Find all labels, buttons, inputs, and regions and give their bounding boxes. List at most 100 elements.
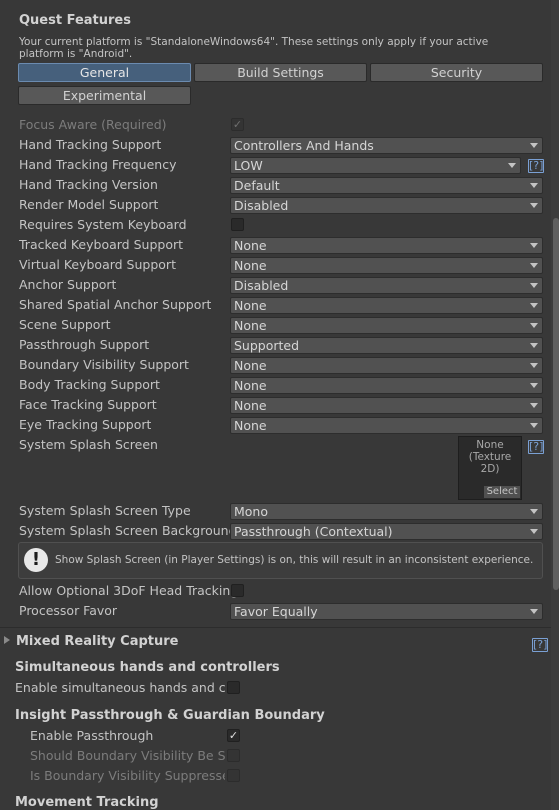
hand-tracking-version-label: Hand Tracking Version — [19, 177, 158, 192]
passthrough-support-label: Passthrough Support — [19, 337, 150, 352]
movement-tracking-title: Movement Tracking — [15, 795, 159, 810]
eye-tracking-support-dropdown[interactable]: None — [230, 417, 543, 434]
dropdown-value: None — [234, 418, 267, 433]
should-boundary-label: Should Boundary Visibility Be Suppressed — [30, 748, 225, 763]
processor-favor-dropdown[interactable]: Favor Equally — [230, 603, 543, 620]
body-tracking-support-label: Body Tracking Support — [19, 377, 160, 392]
enable-passthrough-label: Enable Passthrough — [30, 728, 154, 743]
eye-tracking-support-label: Eye Tracking Support — [19, 417, 152, 432]
anchor-support-label: Anchor Support — [19, 277, 117, 292]
virtual-keyboard-support-dropdown[interactable]: None — [230, 257, 543, 274]
passthrough-support-dropdown[interactable]: Supported — [230, 337, 543, 354]
chevron-down-icon — [530, 363, 538, 368]
is-boundary-checkbox — [227, 769, 240, 782]
dropdown-value: Passthrough (Contextual) — [234, 524, 393, 539]
anchor-support-dropdown[interactable]: Disabled — [230, 277, 543, 294]
boundary-visibility-support-label: Boundary Visibility Support — [19, 357, 189, 372]
warning-text: Show Splash Screen (in Player Settings) … — [55, 554, 534, 566]
tab-security[interactable]: Security — [370, 63, 543, 82]
face-tracking-support-dropdown[interactable]: None — [230, 397, 543, 414]
chevron-down-icon — [530, 263, 538, 268]
insight-section-title: Insight Passthrough & Guardian Boundary — [15, 708, 325, 723]
tab-general[interactable]: General — [18, 63, 191, 82]
dropdown-value: None — [234, 298, 267, 313]
platform-note: Your current platform is "StandaloneWind… — [19, 36, 489, 60]
dropdown-value: Controllers And Hands — [234, 138, 374, 153]
requires-system-keyboard-checkbox[interactable] — [231, 218, 244, 231]
enable-simultaneous-label: Enable simultaneous hands and controller… — [15, 680, 225, 695]
hand-tracking-frequency-label: Hand Tracking Frequency — [19, 157, 177, 172]
shared-spatial-anchor-support-label: Shared Spatial Anchor Support — [19, 297, 212, 312]
chevron-down-icon — [530, 143, 538, 148]
dropdown-value: None — [234, 378, 267, 393]
scene-support-label: Scene Support — [19, 317, 111, 332]
foldout-arrow-icon[interactable] — [4, 636, 10, 644]
tab-experimental[interactable]: Experimental — [18, 86, 191, 105]
chevron-down-icon — [530, 323, 538, 328]
render-model-support-label: Render Model Support — [19, 197, 159, 212]
dropdown-value: Favor Equally — [234, 604, 318, 619]
hand-tracking-frequency-dropdown[interactable]: LOW — [230, 157, 521, 174]
enable-passthrough-checkbox[interactable]: ✓ — [227, 729, 240, 742]
dropdown-value: Disabled — [234, 198, 289, 213]
hand-tracking-support-label: Hand Tracking Support — [19, 137, 162, 152]
scene-support-dropdown[interactable]: None — [230, 317, 543, 334]
chevron-down-icon — [508, 163, 516, 168]
chevron-down-icon — [530, 509, 538, 514]
hand-tracking-support-dropdown[interactable]: Controllers And Hands — [230, 137, 543, 154]
dropdown-value: Mono — [234, 504, 269, 519]
chevron-down-icon — [530, 529, 538, 534]
help-icon[interactable]: [?] — [528, 159, 544, 173]
is-boundary-label: Is Boundary Visibility Suppressed — [30, 768, 225, 783]
warning-helpbox: ! Show Splash Screen (in Player Settings… — [18, 542, 543, 579]
system-splash-screen-background-dropdown[interactable]: Passthrough (Contextual) — [230, 523, 543, 540]
should-boundary-checkbox — [227, 749, 240, 762]
texture-select-button[interactable]: Select — [484, 486, 520, 498]
boundary-visibility-support-dropdown[interactable]: None — [230, 357, 543, 374]
chevron-down-icon — [530, 383, 538, 388]
allow-optional-3dof-label: Allow Optional 3DoF Head Tracking — [19, 583, 239, 598]
chevron-down-icon — [530, 303, 538, 308]
shared-spatial-anchor-support-dropdown[interactable]: None — [230, 297, 543, 314]
allow-optional-3dof-checkbox[interactable] — [231, 584, 244, 597]
system-splash-screen-type-dropdown[interactable]: Mono — [230, 503, 543, 520]
dropdown-value: None — [234, 318, 267, 333]
virtual-keyboard-support-label: Virtual Keyboard Support — [19, 257, 176, 272]
tab-build-settings[interactable]: Build Settings — [194, 63, 367, 82]
system-splash-screen-label: System Splash Screen — [19, 437, 158, 452]
chevron-down-icon — [530, 343, 538, 348]
system-splash-screen-background-label: System Splash Screen Background — [19, 523, 237, 538]
dropdown-value: None — [234, 258, 267, 273]
scrollbar-thumb[interactable] — [553, 218, 559, 590]
divider — [0, 627, 551, 628]
requires-system-keyboard-label: Requires System Keyboard — [19, 217, 187, 232]
render-model-support-dropdown[interactable]: Disabled — [230, 197, 543, 214]
dropdown-value: None — [234, 358, 267, 373]
dropdown-value: None — [234, 398, 267, 413]
hand-tracking-version-dropdown[interactable]: Default — [230, 177, 543, 194]
warning-icon: ! — [24, 548, 48, 572]
splash-texture-field[interactable]: None (Texture 2D) Select — [458, 436, 522, 500]
dropdown-value: None — [234, 238, 267, 253]
chevron-down-icon — [530, 283, 538, 288]
dropdown-value: Supported — [234, 338, 300, 353]
dropdown-value: LOW — [234, 158, 263, 173]
simultaneous-section-title: Simultaneous hands and controllers — [15, 660, 280, 675]
mixed-reality-capture-title[interactable]: Mixed Reality Capture — [16, 634, 178, 649]
chevron-down-icon — [530, 423, 538, 428]
body-tracking-support-dropdown[interactable]: None — [230, 377, 543, 394]
tracked-keyboard-support-dropdown[interactable]: None — [230, 237, 543, 254]
chevron-down-icon — [530, 609, 538, 614]
panel-title: Quest Features — [19, 13, 131, 28]
system-splash-screen-type-label: System Splash Screen Type — [19, 503, 191, 518]
chevron-down-icon — [530, 183, 538, 188]
dropdown-value: Disabled — [234, 278, 289, 293]
help-icon[interactable]: [?] — [528, 440, 544, 454]
enable-simultaneous-checkbox[interactable] — [227, 681, 240, 694]
processor-favor-label: Processor Favor — [19, 603, 118, 618]
tracked-keyboard-support-label: Tracked Keyboard Support — [19, 237, 184, 252]
face-tracking-support-label: Face Tracking Support — [19, 397, 157, 412]
texture-field-value: None (Texture 2D) — [468, 439, 512, 475]
help-icon[interactable]: [?] — [532, 638, 548, 652]
chevron-down-icon — [530, 403, 538, 408]
